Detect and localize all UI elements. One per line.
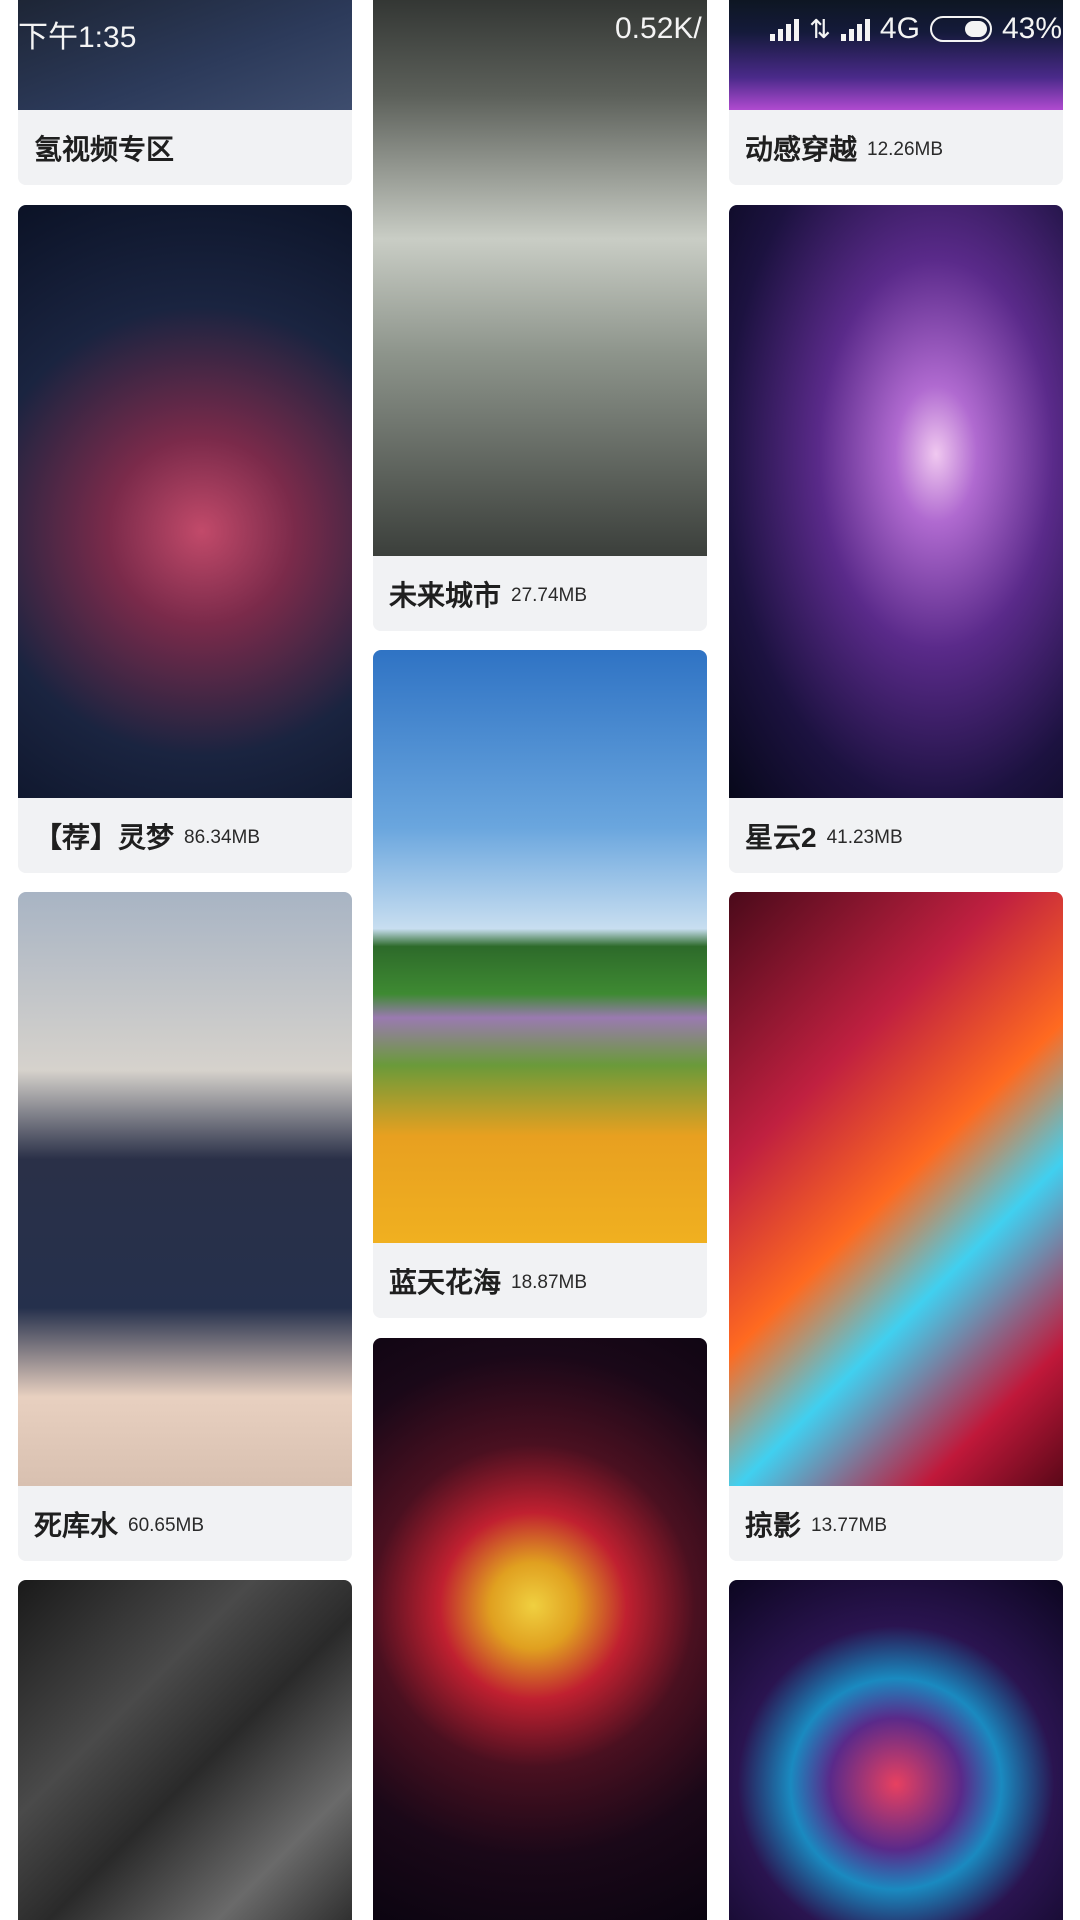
- wallpaper-name: 【荐】灵梦: [34, 821, 175, 853]
- wallpaper-name: 死库水: [34, 1509, 119, 1541]
- wallpaper-thumbnail: [729, 205, 1063, 798]
- wallpaper-thumbnail: [18, 205, 352, 798]
- wallpaper-card[interactable]: [18, 1580, 352, 1920]
- card-caption: 死库水 60.65MB: [18, 1486, 352, 1561]
- wallpaper-card[interactable]: [729, 1580, 1063, 1920]
- wallpaper-name: 掠影: [745, 1509, 802, 1541]
- network-speed: 0.52K/: [615, 12, 702, 45]
- wallpaper-card[interactable]: 未来城市 27.74MB: [373, 0, 707, 631]
- wallpaper-card[interactable]: [373, 1338, 707, 1920]
- wallpaper-size: 60.65MB: [128, 1514, 205, 1536]
- status-time: 下午1:35: [18, 21, 137, 54]
- signal-icon: [770, 17, 800, 41]
- data-arrows-icon: ⇅: [809, 13, 831, 44]
- card-caption: 动感穿越 12.26MB: [729, 110, 1063, 185]
- wallpaper-card[interactable]: 【荐】灵梦 86.34MB: [18, 205, 352, 873]
- network-type: 4G: [879, 12, 920, 45]
- wallpaper-name: 星云2: [745, 821, 817, 853]
- wallpaper-thumbnail: [18, 1580, 352, 1920]
- card-caption: 蓝天花海 18.87MB: [373, 1243, 707, 1318]
- wallpaper-name: 氢视频专区: [34, 133, 175, 165]
- battery-level: 43%: [1001, 12, 1062, 45]
- wallpaper-size: 27.74MB: [511, 584, 588, 606]
- wallpaper-card[interactable]: 死库水 60.65MB: [18, 892, 352, 1561]
- wallpaper-card[interactable]: 星云2 41.23MB: [729, 205, 1063, 873]
- wallpaper-thumbnail: [18, 892, 352, 1486]
- wallpaper-size: 41.23MB: [826, 826, 903, 848]
- wallpaper-size: 18.87MB: [511, 1271, 588, 1293]
- wallpaper-name: 动感穿越: [745, 133, 858, 165]
- wallpaper-thumbnail: [729, 892, 1063, 1486]
- wallpaper-size: 12.26MB: [867, 138, 944, 160]
- card-caption: 掠影 13.77MB: [729, 1486, 1063, 1561]
- card-caption: 氢视频专区: [18, 110, 352, 185]
- wallpaper-thumbnail: [373, 650, 707, 1243]
- wallpaper-thumbnail: [373, 0, 707, 556]
- wallpaper-name: 未来城市: [389, 579, 502, 611]
- wallpaper-name: 蓝天花海: [389, 1266, 502, 1298]
- card-caption: 未来城市 27.74MB: [373, 556, 707, 631]
- battery-icon: [929, 16, 992, 42]
- status-bar: 下午1:35 0.52K/ ⇅ 4G 43%: [0, 0, 1080, 58]
- wallpaper-thumbnail: [729, 1580, 1063, 1920]
- wallpaper-size: 86.34MB: [184, 826, 261, 848]
- wallpaper-thumbnail: [373, 1338, 707, 1920]
- wallpaper-size: 13.77MB: [811, 1514, 888, 1536]
- card-caption: 星云2 41.23MB: [729, 798, 1063, 873]
- wallpaper-card[interactable]: 掠影 13.77MB: [729, 892, 1063, 1561]
- signal-icon: [840, 17, 870, 41]
- card-caption: 【荐】灵梦 86.34MB: [18, 798, 352, 873]
- status-indicators: ⇅ 4G 43%: [770, 12, 1062, 46]
- wallpaper-card[interactable]: 蓝天花海 18.87MB: [373, 650, 707, 1318]
